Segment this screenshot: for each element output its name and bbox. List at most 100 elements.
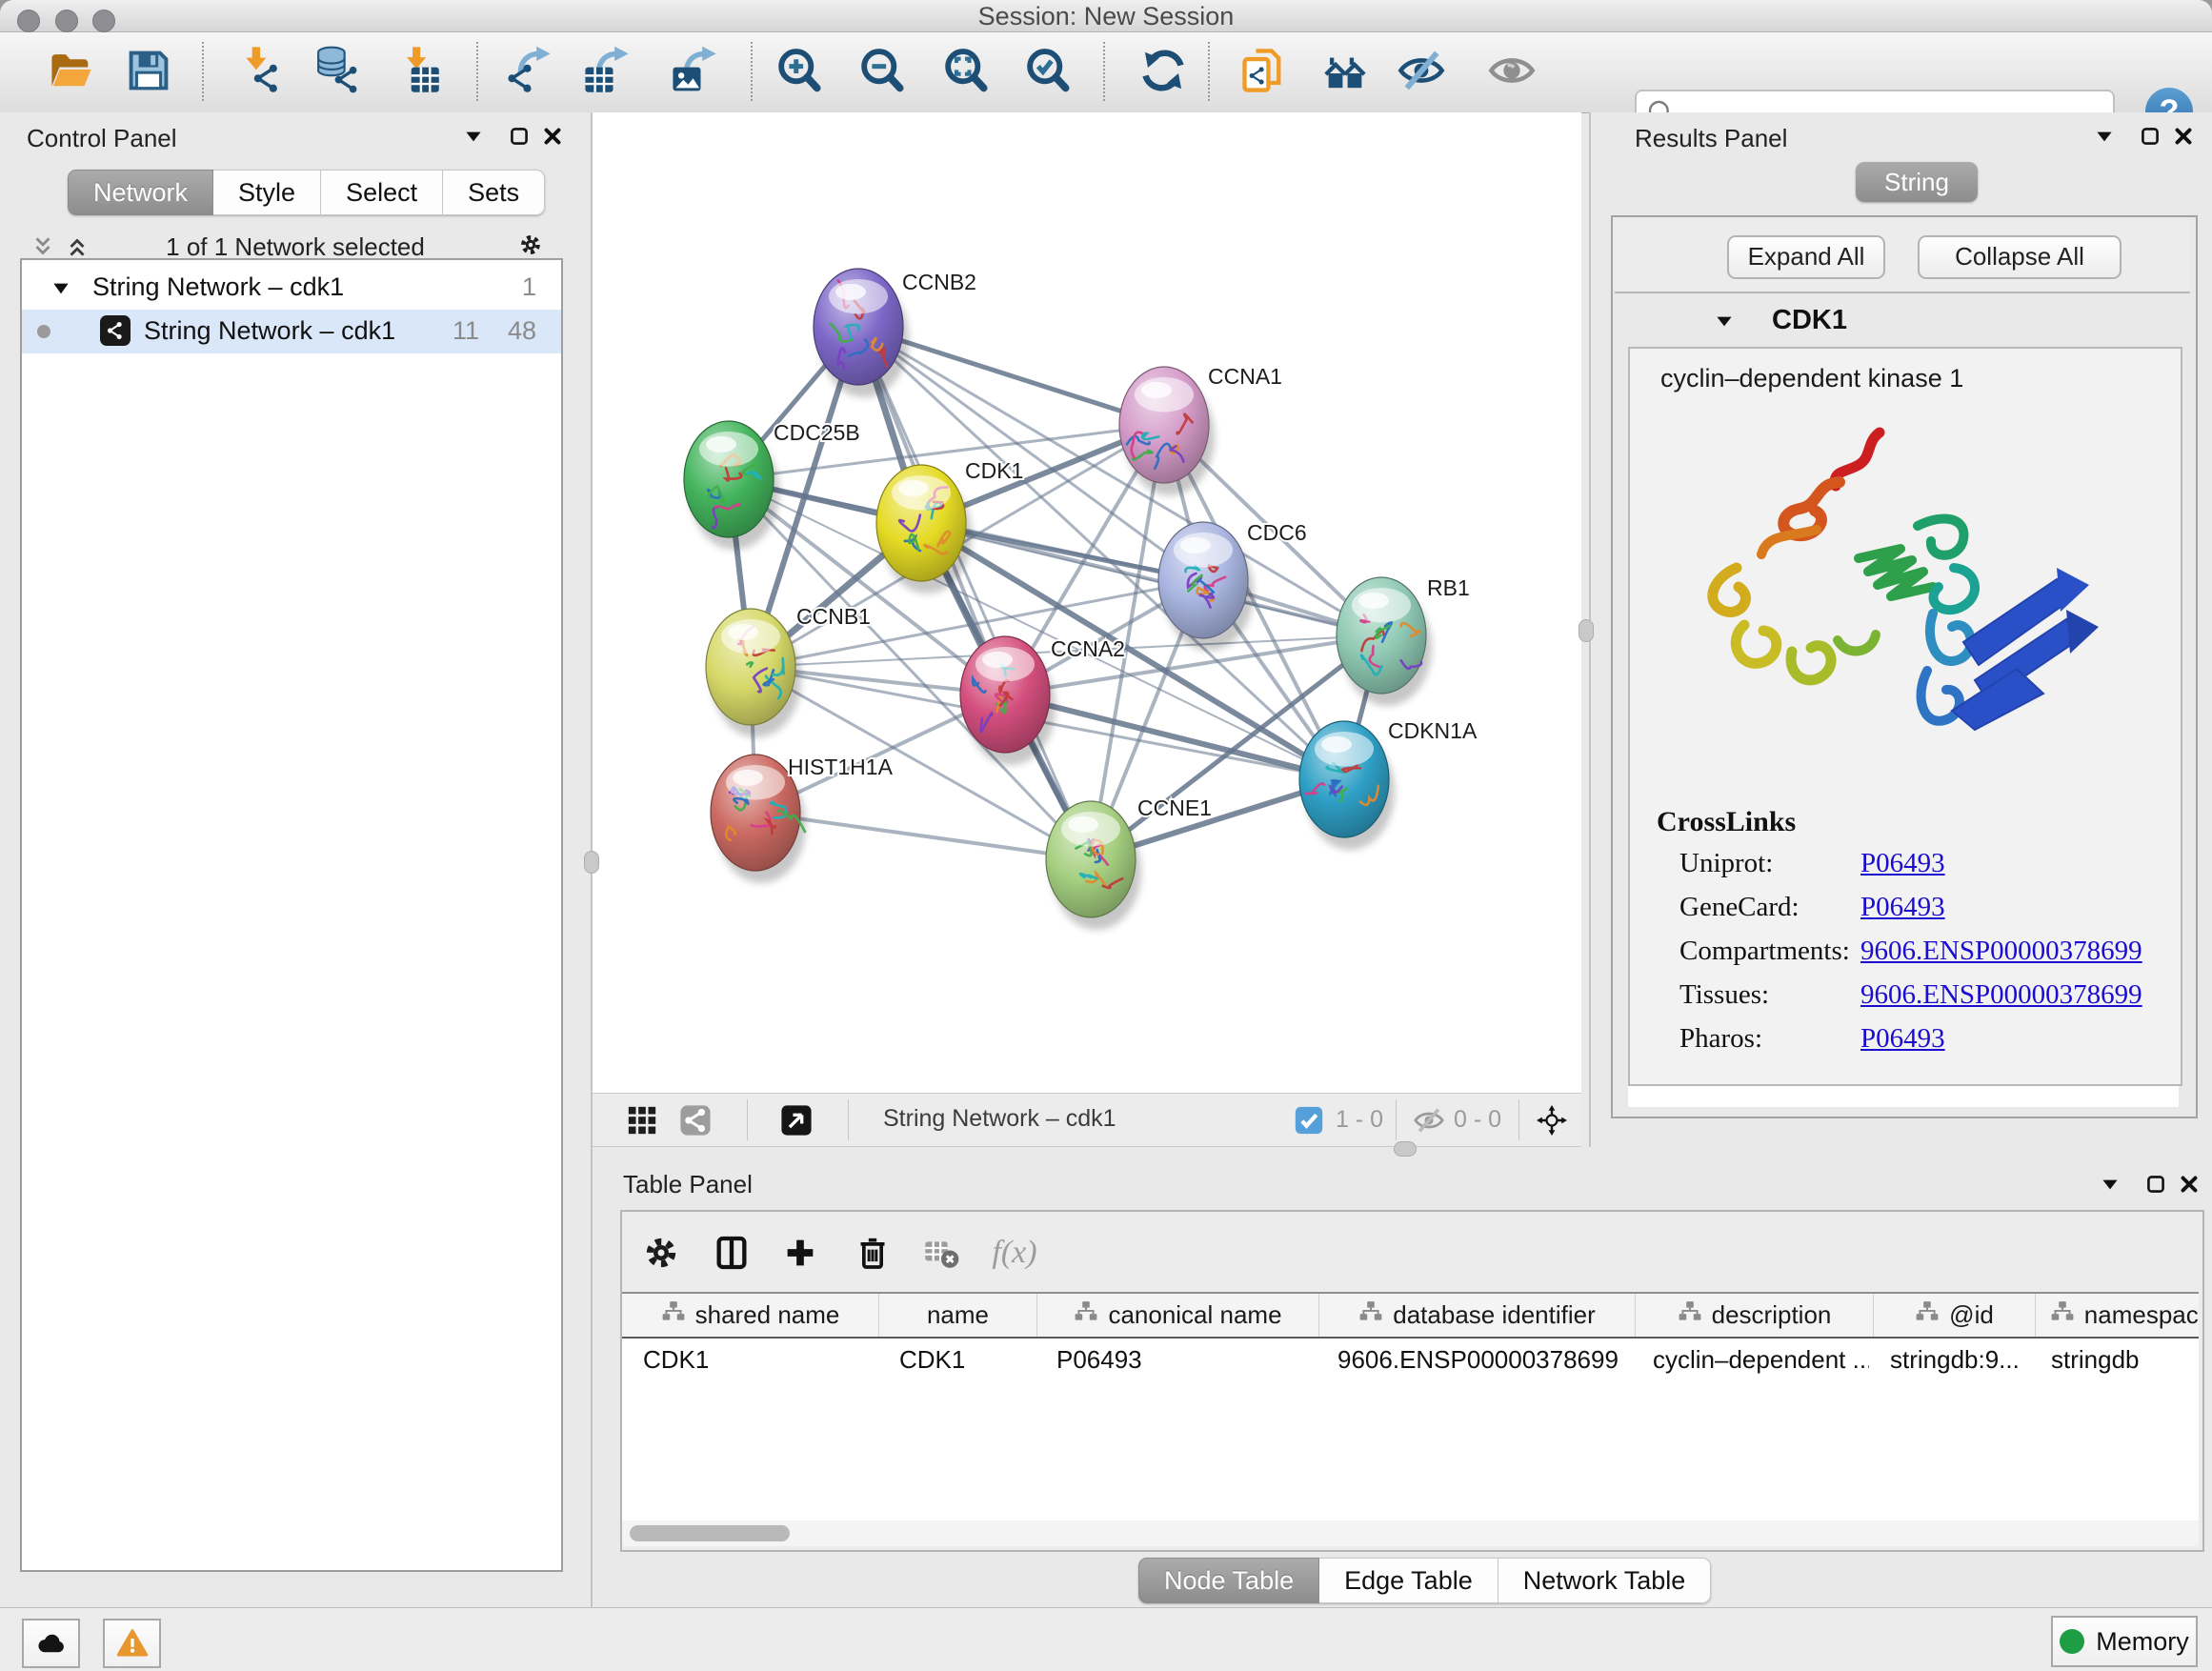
clone-network-button[interactable]: [1237, 46, 1290, 99]
import-network-file-button[interactable]: [232, 46, 286, 99]
node-CCNB1[interactable]: CCNB1: [706, 604, 871, 737]
control-panel-close-button[interactable]: [536, 120, 569, 152]
zoom-in-button[interactable]: [773, 46, 826, 99]
node-CCNA2[interactable]: CCNA2: [960, 636, 1125, 765]
column-header-database-identifier[interactable]: database identifier: [1319, 1294, 1636, 1337]
table-header-row: shared namenamecanonical namedatabase id…: [622, 1294, 2199, 1339]
add-column-icon[interactable]: [778, 1231, 822, 1275]
results-panel-float-button[interactable]: [2134, 120, 2166, 152]
network-edge-count: 48: [508, 316, 536, 346]
collection-expander-icon[interactable]: [45, 272, 77, 305]
eye-hide-button[interactable]: [1395, 46, 1448, 99]
save-session-button[interactable]: [122, 46, 175, 99]
table-settings-gear-icon[interactable]: [639, 1231, 683, 1275]
tab-select[interactable]: Select: [321, 170, 443, 215]
hidden-eye-icon[interactable]: [1408, 1101, 1450, 1139]
results-hscroll-track[interactable]: [1628, 1086, 2179, 1107]
node-label-RB1: RB1: [1427, 575, 1470, 600]
column-header-canonical-name[interactable]: canonical name: [1037, 1294, 1319, 1337]
export-image-button[interactable]: [667, 46, 720, 99]
selected-count: 1 - 0: [1336, 1106, 1383, 1134]
eye-show-button[interactable]: [1485, 46, 1538, 99]
function-builder-icon[interactable]: f(x): [976, 1231, 1053, 1275]
right-splitter-handle[interactable]: [1579, 619, 1594, 642]
table-panel-close-button[interactable]: [2173, 1168, 2205, 1200]
birdseye-view-icon[interactable]: [775, 1101, 817, 1139]
tab-edge-table[interactable]: Edge Table: [1319, 1558, 1498, 1603]
share-view-icon[interactable]: [674, 1101, 716, 1139]
export-table-button[interactable]: [579, 46, 633, 99]
left-splitter-handle[interactable]: [584, 851, 599, 874]
network-status-dot: [37, 325, 50, 338]
cloud-button[interactable]: [22, 1619, 80, 1668]
table-hscroll-thumb[interactable]: [630, 1525, 790, 1541]
refresh-button[interactable]: [1136, 46, 1190, 99]
node-CCNA1[interactable]: CCNA1: [1119, 364, 1282, 495]
network-column-icon: [1915, 1299, 1940, 1331]
warning-button[interactable]: [103, 1619, 161, 1668]
export-image-icon: [669, 46, 718, 100]
export-network-button[interactable]: [501, 46, 554, 99]
collapse-all-button[interactable]: Collapse All: [1918, 235, 2122, 279]
edge-HIST1H1A-CCNE1[interactable]: [755, 813, 1091, 859]
control-panel-float-button[interactable]: [503, 120, 535, 152]
tab-string[interactable]: String: [1856, 162, 1978, 202]
delete-table-icon[interactable]: [919, 1231, 963, 1275]
zoom-fit-button[interactable]: [939, 46, 993, 99]
node-label-CCNB2: CCNB2: [902, 270, 976, 294]
column-header-description[interactable]: description: [1636, 1294, 1874, 1337]
zoom-selected-button[interactable]: [1021, 46, 1075, 99]
control-panel-menu-button[interactable]: [457, 120, 490, 152]
node-HIST1H1A[interactable]: HIST1H1A: [711, 755, 894, 883]
table-row[interactable]: CDK1CDK1P064939606.ENSP00000378699cyclin…: [622, 1339, 2199, 1380]
crosslink-link-compartments[interactable]: 9606.ENSP00000378699: [1860, 936, 2142, 967]
memory-button[interactable]: Memory: [2051, 1616, 2198, 1667]
crosslink-link-uniprot[interactable]: P06493: [1860, 848, 1945, 879]
column-header-id[interactable]: @id: [1874, 1294, 2036, 1337]
table-panel-menu-button[interactable]: [2094, 1168, 2126, 1200]
network-canvas[interactable]: CCNB2CCNA1CDC25BCDK1CDC6RB1CCNB1CCNA2CDK…: [593, 112, 1581, 1093]
import-table-file-button[interactable]: [391, 46, 444, 99]
crosshair-icon[interactable]: [1531, 1101, 1573, 1139]
crosslink-label-tissues: Tissues:: [1679, 979, 1769, 1010]
open-session-button[interactable]: [45, 46, 98, 99]
tab-network[interactable]: Network: [68, 170, 213, 215]
node-label-CCNB1: CCNB1: [796, 604, 871, 629]
gene-section-header[interactable]: CDK1: [1615, 295, 2190, 347]
table-hscroll-track[interactable]: [622, 1520, 2199, 1546]
edge-CCNB2-CCNE1[interactable]: [858, 327, 1091, 859]
table-panel-float-button[interactable]: [2140, 1168, 2172, 1200]
import-network-database-button[interactable]: [311, 46, 364, 99]
houses-button[interactable]: [1318, 46, 1372, 99]
bottom-splitter-handle[interactable]: [1394, 1141, 1417, 1157]
column-header-name[interactable]: name: [879, 1294, 1037, 1337]
network-collection-row[interactable]: String Network – cdk1 1: [22, 266, 561, 310]
zoom-out-button[interactable]: [855, 46, 909, 99]
crosslink-label-genecard: GeneCard:: [1679, 892, 1800, 922]
tab-network-table[interactable]: Network Table: [1498, 1558, 1712, 1603]
grid-view-icon[interactable]: [621, 1101, 663, 1139]
node-CDKN1A[interactable]: CDKN1A: [1299, 718, 1478, 850]
crosslink-link-pharos[interactable]: P06493: [1860, 1023, 1945, 1055]
results-panel-menu-button[interactable]: [2088, 120, 2121, 152]
show-columns-icon[interactable]: [710, 1231, 754, 1275]
network-row-selected[interactable]: String Network – cdk1 11 48: [22, 310, 561, 353]
node-CCNE1[interactable]: CCNE1: [1046, 795, 1212, 930]
tab-sets[interactable]: Sets: [443, 170, 545, 215]
table-cell: 9606.ENSP00000378699: [1317, 1339, 1632, 1380]
node-RB1[interactable]: RB1: [1337, 575, 1470, 706]
network-options-gear-icon[interactable]: [514, 229, 547, 261]
tab-style[interactable]: Style: [213, 170, 321, 215]
crosslink-link-tissues[interactable]: 9606.ENSP00000378699: [1860, 979, 2142, 1011]
expand-all-button[interactable]: Expand All: [1727, 235, 1885, 279]
gene-expander-icon[interactable]: [1708, 305, 1740, 337]
tab-node-table[interactable]: Node Table: [1138, 1558, 1319, 1603]
node-CCNB2[interactable]: CCNB2: [814, 269, 976, 397]
delete-column-trash-icon[interactable]: [851, 1231, 895, 1275]
crosslink-link-genecard[interactable]: P06493: [1860, 892, 1945, 923]
node-CDC6[interactable]: CDC6: [1158, 520, 1307, 651]
results-panel-close-button[interactable]: [2167, 120, 2200, 152]
selected-checkbox-icon[interactable]: [1288, 1101, 1330, 1139]
column-header-namespace[interactable]: namespace: [2036, 1294, 2199, 1337]
column-header-shared-name[interactable]: shared name: [622, 1294, 879, 1337]
